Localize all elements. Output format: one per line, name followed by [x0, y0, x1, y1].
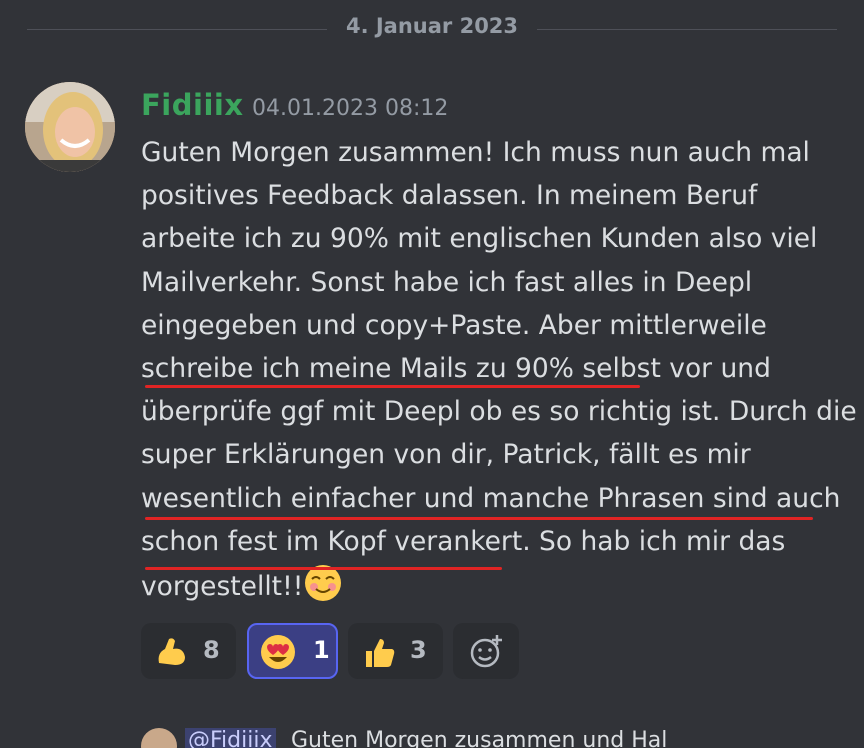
message-line: arbeite ich zu 90% mit englischen Kunden…: [141, 223, 818, 255]
reply-mention[interactable]: @Fidiiix: [185, 728, 276, 748]
reaction-flexed-biceps[interactable]: 8: [141, 623, 236, 679]
message-line: positives Feedback dalassen. In meinem B…: [141, 180, 758, 212]
next-message-preview[interactable]: @Fidiiix Guten Morgen zusammen und Hal: [141, 728, 861, 748]
highlight-underline: [145, 517, 813, 520]
add-reaction-button[interactable]: [453, 623, 519, 679]
reaction-thumbs-up[interactable]: 3: [348, 623, 443, 679]
reaction-count: 8: [203, 636, 220, 664]
message-line: super Erklärungen von dir, Patrick, fäll…: [141, 439, 751, 471]
date-divider: 4. Januar 2023: [0, 0, 864, 60]
avatar[interactable]: [25, 82, 115, 172]
highlight-underline: [145, 567, 502, 570]
message-body: Guten Morgen zusammen! Ich muss nun auch…: [141, 131, 857, 606]
date-divider-label: 4. Januar 2023: [345, 14, 519, 38]
thumbs-up-emoji: [366, 639, 395, 667]
reaction-count: 1: [313, 636, 330, 664]
message-timestamp: 04.01.2023 08:12: [252, 96, 449, 121]
message-line-text: vorgestellt!!: [141, 570, 304, 602]
divider-line-right: [537, 29, 837, 30]
message-line: eingegeben und copy+Paste. Aber mittlerw…: [141, 309, 767, 341]
highlight-underline: [145, 385, 640, 388]
message-line: wesentlich einfacher und manche Phrasen …: [141, 482, 841, 514]
message-author[interactable]: Fidiiix: [141, 88, 244, 122]
divider-line-left: [27, 29, 327, 30]
message-line: Mailverkehr. Sonst habe ich fast alles i…: [141, 266, 753, 298]
add-reaction-icon: [470, 635, 502, 668]
message-line: schreibe ich meine Mails zu 90% selbst v…: [141, 352, 771, 384]
reaction-heart-eyes[interactable]: 1: [247, 623, 338, 679]
avatar[interactable]: [141, 728, 177, 748]
message-line: überprüfe ggf mit Deepl ob es so richtig…: [141, 396, 857, 428]
flexed-biceps-emoji: [158, 638, 185, 665]
heart-eyes-emoji: [261, 635, 295, 669]
message-line: Guten Morgen zusammen! Ich muss nun auch…: [141, 137, 810, 168]
reaction-count: 3: [410, 636, 427, 664]
reply-preview-text: Guten Morgen zusammen und Hal: [291, 728, 668, 748]
message-line: schon fest im Kopf verankert. So hab ich…: [141, 525, 786, 557]
